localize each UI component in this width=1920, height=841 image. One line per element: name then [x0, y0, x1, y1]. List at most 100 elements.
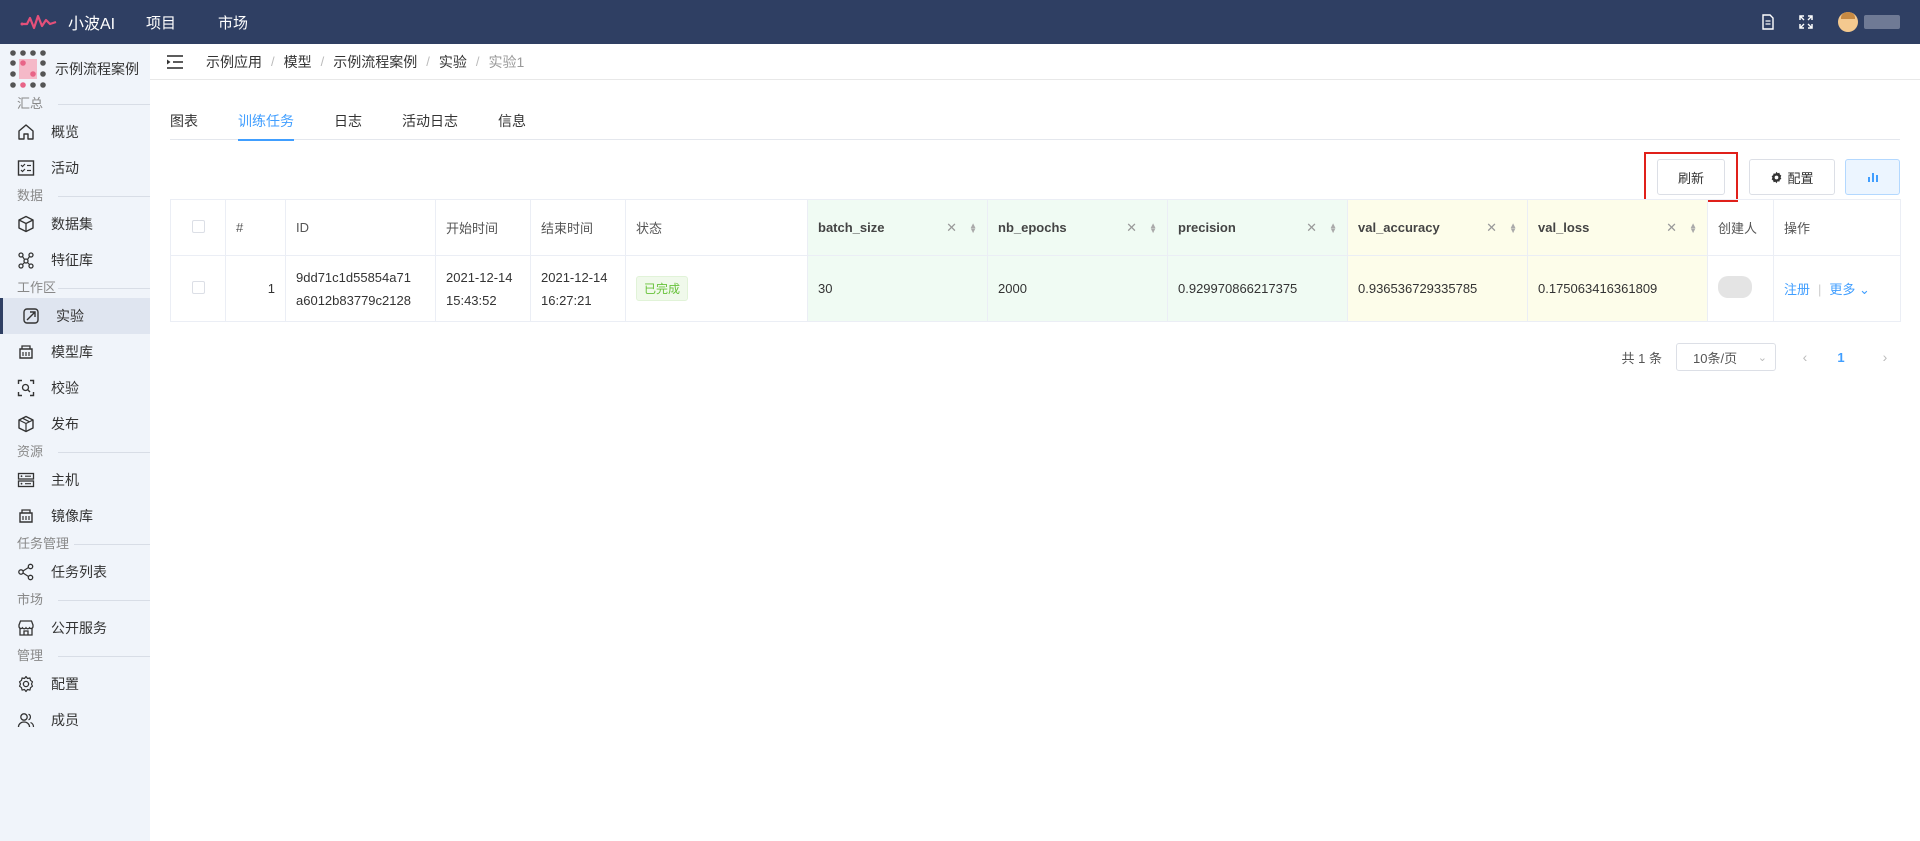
cell-val-accuracy: 0.936536729335785 [1347, 255, 1528, 322]
row-checkbox[interactable] [191, 280, 205, 294]
more-label: 更多 [1829, 282, 1856, 297]
sidebar-item-members[interactable]: 成员 [0, 702, 150, 738]
col-val-loss[interactable]: val_loss ✕ ▲ ▼ [1527, 199, 1708, 256]
remove-column-icon[interactable]: ✕ [946, 220, 957, 236]
section-workspace: 工作区 [0, 278, 150, 298]
page-size-value: 10条/页 [1693, 350, 1738, 366]
scan-check-icon [17, 379, 35, 397]
remove-column-icon[interactable]: ✕ [1666, 220, 1677, 236]
cell-id[interactable]: 9dd71c1d55854a71 a6012b83779c2128 [285, 255, 436, 322]
sidebar-item-config[interactable]: 配置 [0, 666, 150, 702]
feature-graph-icon [18, 252, 34, 269]
config-button-label: 配置 [1787, 170, 1814, 186]
breadcrumb-bar: 示例应用 / 模型 / 示例流程案例 / 实验 / 实验1 [150, 44, 1920, 80]
project-header[interactable]: 示例流程案例 [0, 44, 150, 94]
col-val-accuracy[interactable]: val_accuracy ✕ ▲ ▼ [1347, 199, 1528, 256]
sidebar-item-datasets[interactable]: 数据集 [0, 206, 150, 242]
remove-column-icon[interactable]: ✕ [1126, 220, 1137, 236]
cell-end-clock: 16:27:21 [541, 292, 592, 308]
top-nav-market[interactable]: 市场 [218, 12, 248, 33]
sidebar-item-overview[interactable]: 概览 [0, 114, 150, 150]
sidebar-item-validation[interactable]: 校验 [0, 370, 150, 406]
status-badge: 已完成 [636, 276, 689, 301]
sort-icon[interactable]: ▲ ▼ [1689, 221, 1697, 234]
menu-fold-icon[interactable] [166, 54, 184, 70]
top-bar: 小波AI 项目 市场 [0, 0, 1920, 44]
bar-chart-icon [1867, 173, 1878, 182]
share-nodes-icon [18, 563, 34, 581]
remove-column-icon[interactable]: ✕ [1306, 220, 1317, 236]
sidebar-item-public[interactable]: 公开服务 [0, 610, 150, 646]
refresh-button[interactable]: 刷新 [1657, 159, 1725, 195]
breadcrumb-item[interactable]: 模型 [284, 52, 312, 72]
sidebar-item-hosts[interactable]: 主机 [0, 462, 150, 498]
tab-activity-logs[interactable]: 活动日志 [402, 110, 458, 140]
sidebar-item-models[interactable]: 模型库 [0, 334, 150, 370]
document-icon[interactable] [1758, 12, 1778, 32]
app-logo[interactable]: 小波AI [20, 0, 115, 44]
server-icon [17, 472, 35, 488]
config-button[interactable]: 配置 [1749, 159, 1835, 195]
remove-column-icon[interactable]: ✕ [1486, 220, 1497, 236]
tab-charts[interactable]: 图表 [170, 110, 198, 140]
current-page[interactable]: 1 [1826, 350, 1856, 365]
home-icon [18, 124, 34, 140]
gear-icon [18, 675, 34, 693]
sidebar-item-publish[interactable]: 发布 [0, 406, 150, 442]
logo-wave-icon [20, 14, 57, 30]
sort-icon[interactable]: ▲ ▼ [1329, 221, 1337, 234]
sidebar-item-images[interactable]: 镜像库 [0, 498, 150, 534]
cell-id-line1: 9dd71c1d55854a71 [296, 269, 411, 285]
tab-info[interactable]: 信息 [498, 110, 526, 140]
sort-icon[interactable]: ▲ ▼ [1509, 221, 1517, 234]
chart-view-button[interactable] [1845, 159, 1900, 195]
image-repo-icon [19, 509, 33, 523]
next-page-icon[interactable]: › [1870, 349, 1900, 365]
username[interactable] [1864, 15, 1900, 29]
user-avatar[interactable] [1838, 12, 1858, 32]
table-row[interactable]: 1 9dd71c1d55854a71 a6012b83779c2128 2021… [170, 255, 1901, 322]
sidebar-item-activity[interactable]: 活动 [0, 150, 150, 186]
top-nav-projects[interactable]: 项目 [146, 12, 176, 33]
sidebar-label-images: 镜像库 [51, 508, 93, 524]
breadcrumb-item[interactable]: 示例应用 [206, 52, 262, 72]
col-nb-epochs[interactable]: nb_epochs ✕ ▲ ▼ [987, 199, 1168, 256]
sidebar-item-tasklist[interactable]: 任务列表 [0, 554, 150, 590]
chevron-down-icon: ⌄ [1859, 282, 1870, 297]
toolbar: 刷新 配置 [1644, 152, 1900, 202]
tab-training-tasks[interactable]: 训练任务 [238, 110, 294, 141]
creator-avatar [1718, 276, 1752, 298]
more-dropdown[interactable]: 更多 ⌄ [1829, 282, 1870, 297]
breadcrumb-item[interactable]: 示例流程案例 [333, 52, 417, 72]
cell-start-time: 2021-12-14 15:43:52 [435, 255, 531, 322]
col-precision[interactable]: precision ✕ ▲ ▼ [1167, 199, 1348, 256]
sidebar-item-features[interactable]: 特征库 [0, 242, 150, 278]
fullscreen-icon[interactable] [1796, 12, 1816, 32]
select-all-checkbox[interactable] [191, 219, 205, 233]
page-size-select[interactable]: 10条/页 ⌄ [1676, 343, 1776, 371]
section-admin: 管理 [0, 646, 150, 666]
cell-end-date: 2021-12-14 [541, 269, 608, 285]
sidebar-label-validation: 校验 [51, 380, 79, 396]
sort-icon[interactable]: ▲ ▼ [1149, 221, 1157, 234]
col-nb-epochs-label: nb_epochs [998, 220, 1067, 235]
table-header-row: # ID 开始时间 结束时间 状态 batch_size ✕ ▲ ▼ nb_epoch… [170, 199, 1901, 256]
register-link[interactable]: 注册 [1784, 282, 1810, 297]
breadcrumb-item[interactable]: 实验 [439, 52, 467, 72]
sidebar-item-experiments[interactable]: 实验 [0, 298, 150, 334]
cell-start-date: 2021-12-14 [446, 269, 513, 285]
prev-page-icon[interactable]: ‹ [1790, 349, 1820, 365]
section-summary: 汇总 [0, 94, 150, 114]
col-batch-size[interactable]: batch_size ✕ ▲ ▼ [807, 199, 988, 256]
col-id: ID [285, 199, 436, 256]
sort-icon[interactable]: ▲ ▼ [969, 221, 977, 234]
main-content: 示例应用 / 模型 / 示例流程案例 / 实验 / 实验1 图表 训练任务 日志 活动日… [150, 44, 1920, 841]
sidebar-label-hosts: 主机 [51, 472, 79, 488]
model-library-icon [19, 345, 33, 359]
col-end-time: 结束时间 [530, 199, 626, 256]
project-avatar-icon [10, 50, 46, 88]
sidebar-label-tasklist: 任务列表 [51, 564, 107, 580]
tab-logs[interactable]: 日志 [334, 110, 362, 140]
breadcrumb-current: 实验1 [488, 53, 525, 70]
project-name: 示例流程案例 [55, 61, 139, 77]
